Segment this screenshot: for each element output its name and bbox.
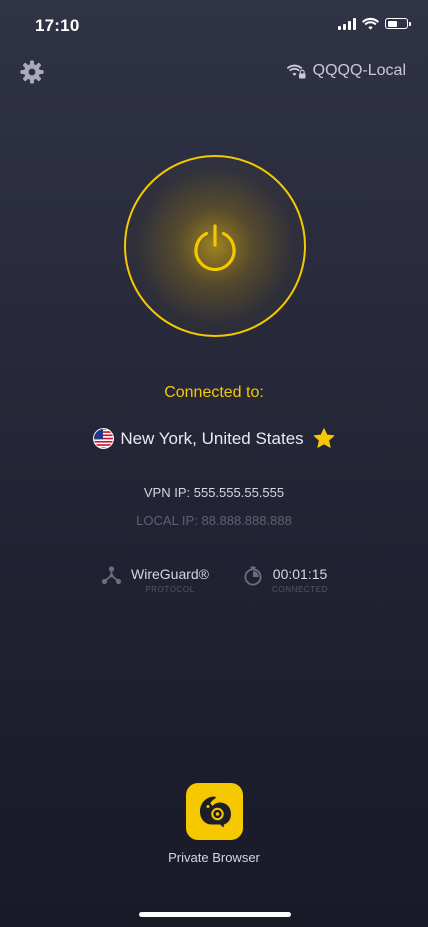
wifi-lock-icon [286,64,306,78]
us-flag-icon [93,428,115,449]
timer-icon [244,566,262,586]
status-bar: 17:10 [0,0,428,50]
chameleon-icon [199,796,231,827]
location-selector[interactable]: New York, United States [0,428,428,449]
connected-time-text: 00:01:15 CONNECTED [272,565,328,594]
battery-icon [385,18,411,29]
private-browser-label: Private Browser [168,850,260,865]
connected-time-stat: 00:01:15 CONNECTED [243,565,328,594]
vpn-home-screen: 17:10 QQQQ-Local Connected to: New York,… [0,0,428,927]
protocol-caption: PROTOCOL [145,585,195,594]
cellular-signal-icon [338,17,356,30]
protocol-stat[interactable]: WireGuard® PROTOCOL [101,565,209,594]
network-indicator[interactable]: QQQQ-Local [286,62,406,80]
connected-time-caption: CONNECTED [272,585,329,594]
home-indicator[interactable] [139,912,291,917]
local-ip-text: LOCAL IP: 88.888.888.888 [136,513,292,528]
connected-label: Connected to: [164,384,264,401]
connect-toggle-button[interactable] [124,155,306,337]
power-icon [194,224,236,271]
private-browser-button[interactable] [186,783,243,840]
gear-icon [20,60,44,84]
network-name: QQQQ-Local [312,62,406,79]
wifi-icon [362,17,379,30]
location-name: New York, United States [120,428,304,448]
protocol-icon [101,566,122,585]
vpn-ip-text: VPN IP: 555.555.55.555 [143,485,285,500]
status-icons [338,17,411,30]
status-time: 17:10 [35,16,80,35]
protocol-stat-text: WireGuard® PROTOCOL [131,565,209,594]
settings-button[interactable] [19,59,45,85]
protocol-value: WireGuard® [131,566,209,582]
connected-time-value: 00:01:15 [272,566,328,582]
star-icon[interactable] [313,428,335,449]
